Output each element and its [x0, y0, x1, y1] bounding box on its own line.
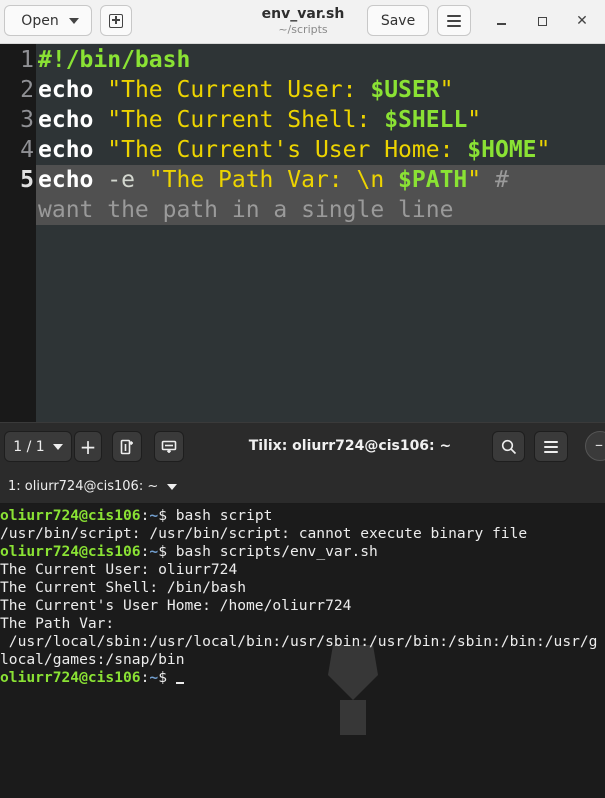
prompt-path: ~ — [149, 507, 159, 524]
add-terminal-icon: + — [79, 434, 97, 459]
code-line-1: #!/bin/bash — [38, 45, 190, 75]
terminal-output-line: local/games:/snap/bin — [0, 651, 185, 668]
maximize-button[interactable] — [531, 10, 553, 32]
shebang: #!/bin/bash — [38, 47, 191, 73]
prompt-symbol: $ — [158, 543, 176, 560]
command: bash script — [175, 507, 273, 524]
string: "The Path Var: \n — [148, 167, 399, 193]
string-end: " — [467, 107, 482, 133]
find-button[interactable] — [492, 431, 525, 462]
tilix-header-bar: 1 / 1 + Tilix: oliurr724@cis106: ~ – — [0, 422, 605, 470]
new-tab-icon — [109, 13, 123, 28]
open-button-label: Open — [21, 12, 59, 29]
line-number-current: 5 — [20, 167, 34, 193]
prompt-symbol: $ — [158, 507, 176, 524]
keyword: echo — [38, 137, 94, 163]
keyword: echo — [38, 167, 94, 193]
split-right-button[interactable] — [112, 431, 142, 462]
close-icon: ✕ — [576, 13, 588, 29]
prompt-symbol: $ — [158, 669, 176, 686]
terminal-line: oliurr724@cis106:~$ — [0, 669, 184, 687]
variable: $HOME — [467, 137, 537, 163]
keyword: echo — [38, 77, 94, 103]
variable: $SHELL — [384, 107, 468, 133]
prompt-user: oliurr724@cis106 — [0, 669, 141, 686]
caret-down-icon — [52, 443, 63, 450]
ubuntu-watermark-logo — [328, 645, 378, 735]
code-editor[interactable]: 1 2 3 4 5 #!/bin/bash echo "The Current … — [0, 44, 605, 422]
string-end: " — [439, 77, 454, 103]
terminal-tab[interactable]: 1: oliurr724@cis106: ~ — [8, 479, 178, 494]
terminal-tab-bar: 1: oliurr724@cis106: ~ — [0, 470, 605, 504]
prompt-path: ~ — [149, 543, 159, 560]
terminal-output-line: The Path Var: — [0, 615, 115, 632]
line-number: 1 — [20, 47, 34, 73]
code-line-5-wrapped: want the path in a single line — [38, 195, 453, 225]
prompt-user: oliurr724@cis106 — [0, 507, 141, 524]
variable: $USER — [370, 77, 440, 103]
split-down-icon — [161, 440, 177, 453]
minimize-button[interactable] — [490, 10, 512, 32]
keyword: echo — [38, 107, 94, 133]
tilix-minimize-button[interactable]: – — [585, 431, 605, 461]
close-button[interactable]: ✕ — [571, 10, 593, 32]
terminal-line: oliurr724@cis106:~$ bash script — [0, 507, 272, 525]
prompt-path: ~ — [149, 669, 159, 686]
minimize-icon: – — [595, 435, 603, 454]
session-label: 1 / 1 — [13, 438, 45, 455]
add-session-button[interactable]: + — [74, 431, 102, 462]
gedit-header-bar: Open env_var.sh ~/scripts Save ✕ — [0, 0, 605, 44]
code-line-3: echo "The Current Shell: $SHELL" — [38, 105, 481, 135]
code-line-4: echo "The Current's User Home: $HOME" — [38, 135, 550, 165]
split-right-icon — [120, 439, 133, 454]
string-end: " — [467, 167, 482, 193]
string: "The Current Shell: — [107, 107, 385, 133]
terminal-output-line: The Current Shell: /bin/bash — [0, 579, 247, 596]
hamburger-menu-icon — [544, 440, 558, 453]
code-line-2: echo "The Current User: $USER" — [38, 75, 453, 105]
search-icon — [501, 439, 516, 454]
split-down-button[interactable] — [154, 431, 184, 462]
new-document-button[interactable] — [100, 5, 132, 36]
line-number: 3 — [20, 107, 34, 133]
main-menu-button[interactable] — [437, 5, 471, 36]
command: bash scripts/env_var.sh — [175, 543, 378, 560]
variable: $PATH — [398, 167, 468, 193]
line-number: 4 — [20, 137, 34, 163]
string: "The Current's User Home: — [107, 137, 468, 163]
open-button[interactable]: Open — [4, 5, 92, 36]
terminal-tab-label: 1: oliurr724@cis106: ~ — [8, 479, 159, 494]
terminal-output-line: The Current User: oliurr724 — [0, 561, 238, 578]
tilix-window-title: Tilix: oliurr724@cis106: ~ — [248, 438, 452, 454]
string: "The Current User: — [107, 77, 371, 103]
terminal-output[interactable]: oliurr724@cis106:~$ bash script /usr/bin… — [0, 504, 605, 798]
string-end: " — [536, 137, 551, 163]
text-cursor — [175, 682, 184, 684]
prompt-user: oliurr724@cis106 — [0, 543, 141, 560]
comment: # — [481, 167, 509, 193]
save-button[interactable]: Save — [367, 5, 429, 36]
terminal-line: oliurr724@cis106:~$ bash scripts/env_var… — [0, 543, 378, 561]
maximize-icon — [537, 16, 547, 26]
terminal-output-line: /usr/bin/script: /usr/bin/script: cannot… — [0, 525, 528, 542]
caret-down-icon — [167, 483, 178, 490]
code-line-5: echo -e "The Path Var: \n $PATH" # — [38, 165, 509, 195]
hamburger-menu-icon — [447, 14, 461, 27]
terminal-output-line: The Current's User Home: /home/oliurr724 — [0, 597, 352, 614]
caret-down-icon — [68, 17, 79, 24]
minimize-icon — [496, 23, 506, 25]
comment-wrapped: want the path in a single line — [38, 197, 454, 223]
terminal-output-line: /usr/local/sbin:/usr/local/bin:/usr/sbin… — [0, 633, 598, 650]
tilix-menu-button[interactable] — [534, 431, 568, 462]
session-switcher-button[interactable]: 1 / 1 — [4, 431, 72, 462]
option: -e — [93, 167, 149, 193]
line-number: 2 — [20, 77, 34, 103]
